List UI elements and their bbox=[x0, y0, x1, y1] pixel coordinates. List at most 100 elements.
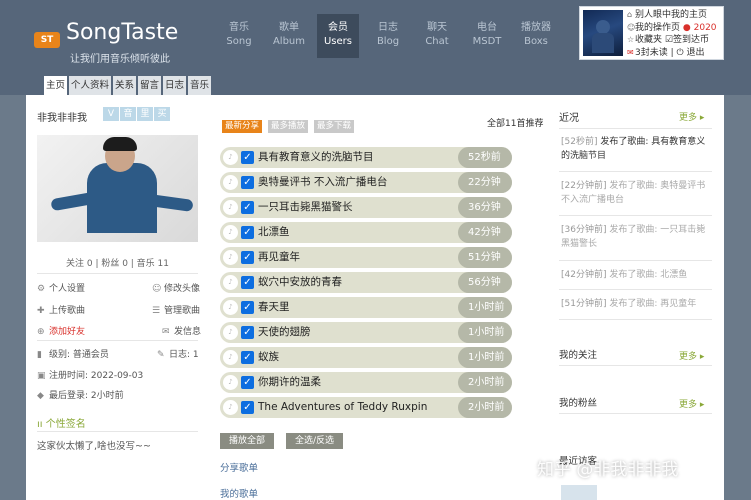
divider bbox=[37, 431, 198, 432]
song-checkbox[interactable]: ✓ bbox=[241, 376, 254, 389]
play-icon[interactable]: ♪ bbox=[223, 325, 238, 340]
song-checkbox[interactable]: ✓ bbox=[241, 226, 254, 239]
feed-item[interactable]: [51分钟前] 发布了歌曲: 再见童年 bbox=[561, 297, 713, 311]
song-checkbox[interactable]: ✓ bbox=[241, 201, 254, 214]
favorites-link[interactable]: 收藏夹 bbox=[635, 35, 662, 45]
message-link[interactable]: ✉ 发信息 bbox=[162, 324, 201, 337]
nav-msdt[interactable]: 电台 MSDT bbox=[466, 14, 508, 58]
visitor-avatar[interactable] bbox=[561, 485, 597, 500]
song-title[interactable]: 天使的翅膀 bbox=[258, 322, 311, 343]
song-row[interactable]: 36分钟 ♪ ✓ 一只耳击毙黑猫警长 bbox=[220, 197, 512, 218]
song-checkbox[interactable]: ✓ bbox=[241, 351, 254, 364]
song-row[interactable]: 1小时前 ♪ ✓ 春天里 bbox=[220, 297, 512, 318]
play-icon[interactable]: ♪ bbox=[223, 175, 238, 190]
song-time: 2小时前 bbox=[458, 372, 512, 393]
song-checkbox[interactable]: ✓ bbox=[241, 176, 254, 189]
song-title[interactable]: 奥特曼评书 不入流广播电台 bbox=[258, 172, 387, 193]
logout-link[interactable]: 退出 bbox=[687, 48, 705, 58]
song-title[interactable]: 一只耳击毙黑猫警长 bbox=[258, 197, 353, 218]
filter-most-played[interactable]: 最多播放 bbox=[268, 120, 308, 133]
user-avatar[interactable] bbox=[583, 10, 623, 56]
tab-profile[interactable]: 个人资料 bbox=[69, 76, 111, 95]
add-friend-link[interactable]: ⊕ 添加好友 bbox=[37, 324, 85, 337]
song-row[interactable]: 1小时前 ♪ ✓ 天使的翅膀 bbox=[220, 322, 512, 343]
song-checkbox[interactable]: ✓ bbox=[241, 301, 254, 314]
feed-item[interactable]: [22分钟前] 发布了歌曲: 奥特曼评书 不入流广播电台 bbox=[561, 179, 713, 207]
play-icon[interactable]: ♪ bbox=[223, 400, 238, 415]
recent-more-link[interactable]: 更多 ▸ bbox=[679, 110, 704, 123]
feed-item[interactable]: [52秒前] 发布了歌曲: 具有教育意义的洗脑节目 bbox=[561, 135, 713, 163]
song-title[interactable]: 你期许的温柔 bbox=[258, 372, 321, 393]
upload-link[interactable]: ✚ 上传歌曲 bbox=[37, 303, 85, 316]
filter-most-downloaded[interactable]: 最多下载 bbox=[314, 120, 354, 133]
song-title[interactable]: 具有教育意义的洗脑节目 bbox=[258, 147, 374, 168]
tab-messages[interactable]: 留言 bbox=[138, 76, 161, 95]
song-row[interactable]: 2小时前 ♪ ✓ The Adventures of Teddy Ruxpin bbox=[220, 397, 512, 418]
song-checkbox[interactable]: ✓ bbox=[241, 276, 254, 289]
edit-avatar-link[interactable]: ☺ 修改头像 bbox=[152, 281, 200, 294]
logo-name: SongTaste bbox=[66, 20, 179, 45]
song-title[interactable]: 北漂鱼 bbox=[258, 222, 290, 243]
my-home-link[interactable]: 别人眼中我的主页 bbox=[635, 10, 707, 20]
nav-album[interactable]: 歌单 Album bbox=[268, 14, 310, 58]
share-list-link[interactable]: 分享歌单 bbox=[220, 460, 258, 474]
fans-more-link[interactable]: 更多 ▸ bbox=[679, 397, 704, 410]
song-title[interactable]: 春天里 bbox=[258, 297, 290, 318]
inner-badge[interactable]: 里 bbox=[137, 107, 153, 121]
vip-badge[interactable]: V bbox=[103, 107, 119, 121]
song-row[interactable]: 52秒前 ♪ ✓ 具有教育意义的洗脑节目 bbox=[220, 147, 512, 168]
unread-link[interactable]: 3封未读 bbox=[635, 48, 668, 58]
song-row[interactable]: 51分钟 ♪ ✓ 再见童年 bbox=[220, 247, 512, 268]
filter-latest[interactable]: 最新分享 bbox=[222, 120, 262, 133]
feed-song[interactable]: 北漂鱼 bbox=[660, 270, 687, 280]
play-icon[interactable]: ♪ bbox=[223, 375, 238, 390]
song-row[interactable]: 22分钟 ♪ ✓ 奥特曼评书 不入流广播电台 bbox=[220, 172, 512, 193]
music-badge[interactable]: 音 bbox=[120, 107, 136, 121]
play-icon[interactable]: ♪ bbox=[223, 350, 238, 365]
song-row[interactable]: 56分钟 ♪ ✓ 蚁穴中安放的青春 bbox=[220, 272, 512, 293]
coin-icon: ● bbox=[682, 22, 691, 33]
feed-item[interactable]: [42分钟前] 发布了歌曲: 北漂鱼 bbox=[561, 268, 713, 282]
song-row[interactable]: 42分钟 ♪ ✓ 北漂鱼 bbox=[220, 222, 512, 243]
buy-badge[interactable]: 买 bbox=[154, 107, 170, 121]
play-icon[interactable]: ♪ bbox=[223, 200, 238, 215]
song-row[interactable]: 1小时前 ♪ ✓ 蚁族 bbox=[220, 347, 512, 368]
song-checkbox[interactable]: ✓ bbox=[241, 326, 254, 339]
play-icon[interactable]: ♪ bbox=[223, 150, 238, 165]
song-title[interactable]: 蚁族 bbox=[258, 347, 279, 368]
song-title[interactable]: 蚁穴中安放的青春 bbox=[258, 272, 342, 293]
nav-blog[interactable]: 日志 Blog bbox=[367, 14, 409, 58]
select-toggle-button[interactable]: 全选/反选 bbox=[286, 433, 343, 449]
nav-label-en: MSDT bbox=[472, 36, 502, 47]
play-all-button[interactable]: 播放全部 bbox=[220, 433, 274, 449]
song-row[interactable]: 2小时前 ♪ ✓ 你期许的温柔 bbox=[220, 372, 512, 393]
feed-item[interactable]: [36分钟前] 发布了歌曲: 一只耳击毙黑猫警长 bbox=[561, 223, 713, 251]
play-icon[interactable]: ♪ bbox=[223, 275, 238, 290]
nav-song[interactable]: 音乐 Song bbox=[218, 14, 260, 58]
sign-in-link[interactable]: 签到达币 bbox=[673, 35, 709, 45]
feed-song[interactable]: 再见童年 bbox=[660, 299, 696, 309]
nav-users[interactable]: 会员 Users bbox=[317, 14, 359, 58]
my-actions-link[interactable]: 我的操作页 bbox=[635, 23, 680, 33]
nav-chat[interactable]: 聊天 Chat bbox=[416, 14, 458, 58]
my-songs-link[interactable]: 我的歌单 bbox=[220, 486, 258, 500]
feed-time: [42分钟前] bbox=[561, 270, 607, 280]
more-label: 更多 bbox=[679, 400, 698, 410]
tab-music[interactable]: 音乐 bbox=[188, 76, 211, 95]
song-checkbox[interactable]: ✓ bbox=[241, 401, 254, 414]
tab-blog[interactable]: 日志 bbox=[163, 76, 186, 95]
play-icon[interactable]: ♪ bbox=[223, 300, 238, 315]
song-title[interactable]: The Adventures of Teddy Ruxpin bbox=[258, 397, 427, 418]
play-icon[interactable]: ♪ bbox=[223, 225, 238, 240]
song-title[interactable]: 再见童年 bbox=[258, 247, 300, 268]
tab-home[interactable]: 主页 bbox=[44, 76, 67, 95]
play-icon[interactable]: ♪ bbox=[223, 250, 238, 265]
nav-boxs[interactable]: 播放器 Boxs bbox=[515, 14, 557, 58]
song-checkbox[interactable]: ✓ bbox=[241, 151, 254, 164]
settings-link[interactable]: ⚙ 个人设置 bbox=[37, 281, 85, 294]
following-more-link[interactable]: 更多 ▸ bbox=[679, 349, 704, 362]
manage-link[interactable]: ☰ 管理歌曲 bbox=[152, 303, 200, 316]
song-checkbox[interactable]: ✓ bbox=[241, 251, 254, 264]
tab-relations[interactable]: 关系 bbox=[113, 76, 136, 95]
divider bbox=[559, 171, 712, 172]
